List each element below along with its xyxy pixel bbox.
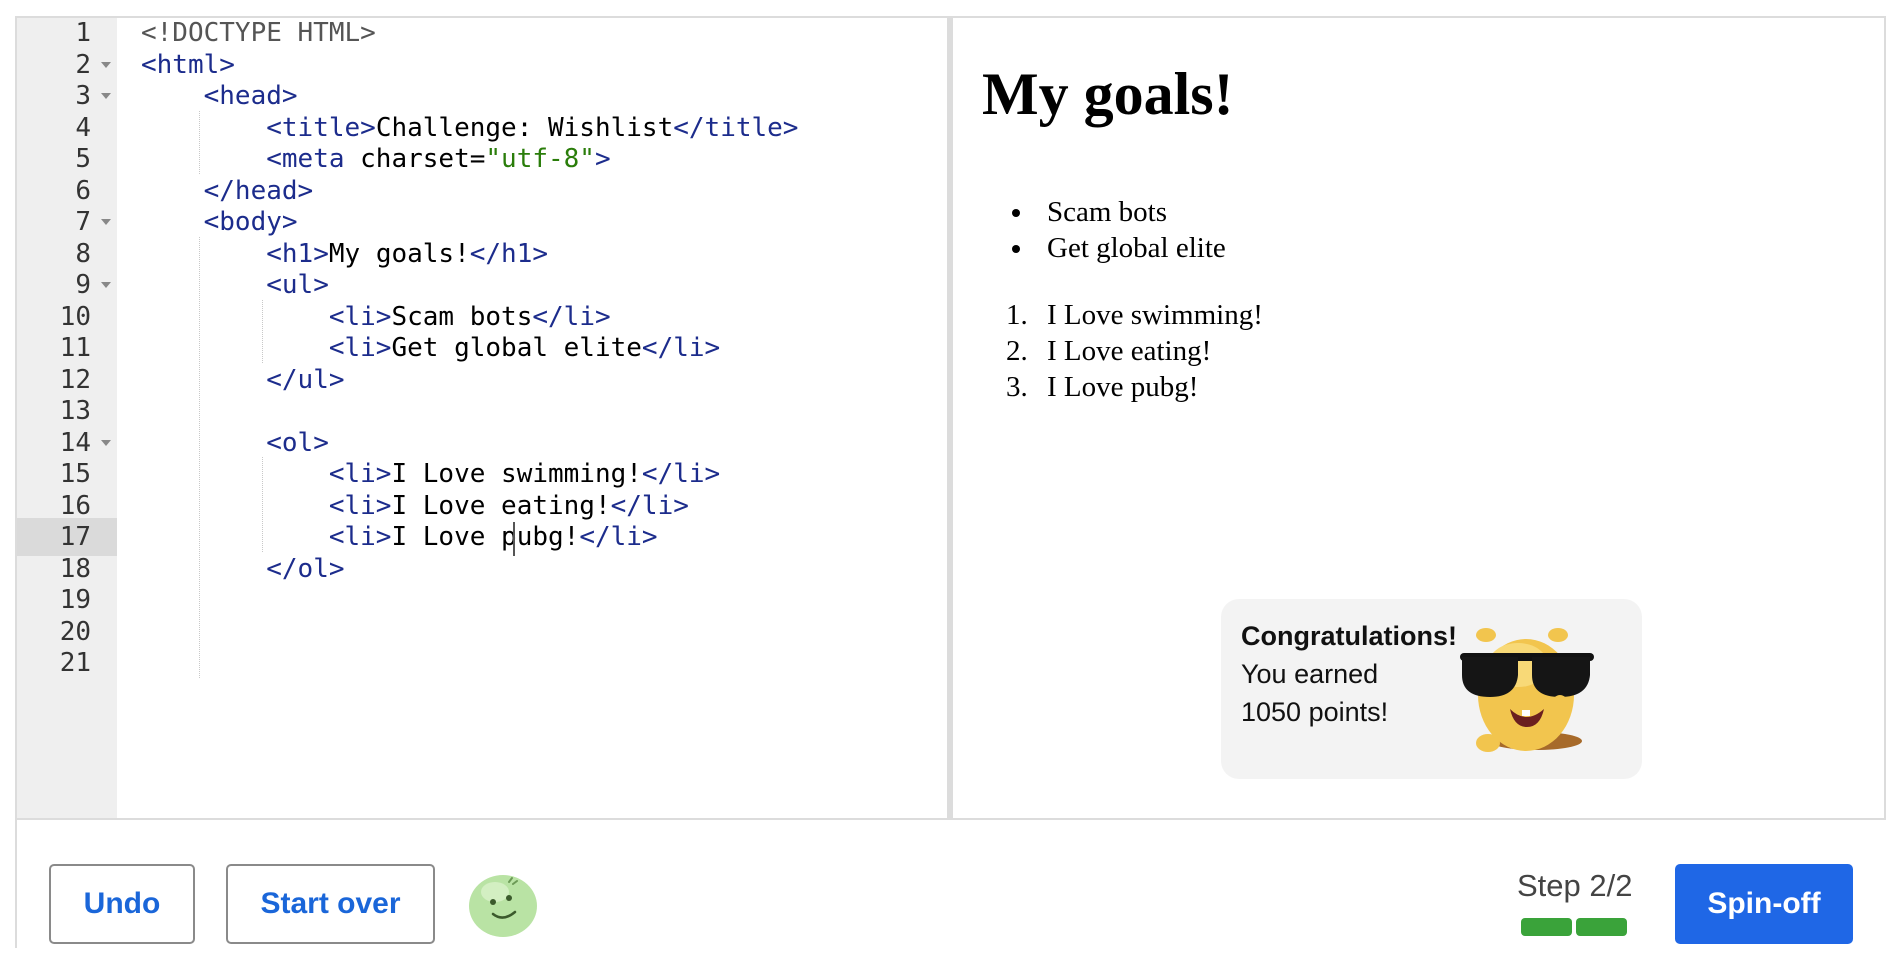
code-token: <meta	[266, 144, 361, 174]
spin-off-button[interactable]: Spin-off	[1675, 864, 1853, 944]
code-token: <ul>	[266, 270, 329, 300]
sunglasses-monster-icon	[1460, 628, 1594, 752]
code-token: <!DOCTYPE HTML>	[141, 18, 376, 48]
step-segment	[1576, 918, 1627, 936]
green-blob-avatar-icon[interactable]	[465, 868, 541, 940]
text-cursor	[513, 522, 516, 556]
code-line[interactable]: </ol>	[141, 550, 345, 588]
start-over-button[interactable]: Start over	[226, 864, 435, 944]
preview-bullet-item: Scam bots	[1035, 194, 1226, 230]
code-token: </li>	[532, 301, 611, 332]
code-token: </ul>	[266, 364, 345, 395]
line-number: 21	[17, 644, 117, 682]
step-segment	[1521, 918, 1572, 936]
code-token: </li>	[610, 490, 689, 521]
code-token: <head>	[203, 81, 298, 111]
code-editor[interactable]: 1 2 3 4 5 6 7 8 9 10 11 12 13 14 15 16 17 18 19 20 21 <!DOCT…	[17, 18, 947, 818]
code-token: Challenge: Wishlist	[375, 112, 674, 143]
congratulations-card: Congratulations! You earned 1050 points!	[1221, 599, 1642, 779]
fold-arrow-icon[interactable]	[101, 93, 111, 99]
preview-numbered-item: I Love eating!	[1035, 333, 1263, 369]
code-token: </head>	[203, 175, 314, 206]
code-token: Scam bots	[391, 301, 533, 332]
code-token: >	[594, 144, 611, 174]
fold-arrow-icon[interactable]	[101, 282, 111, 288]
code-token: <li>	[328, 490, 392, 521]
code-token: <li>	[328, 333, 392, 363]
fold-arrow-icon[interactable]	[101, 219, 111, 225]
code-token: Get global elite	[391, 333, 642, 363]
undo-button[interactable]: Undo	[49, 864, 195, 944]
code-token: <li>	[328, 301, 392, 332]
preview-numbered-item: I Love pubg!	[1035, 369, 1263, 405]
code-token: I Love swimming!	[391, 459, 642, 489]
code-token: I Love pubg!	[391, 522, 580, 552]
code-token: </li>	[579, 522, 658, 552]
congrats-title: Congratulations!	[1241, 621, 1457, 651]
code-token: <title>	[266, 112, 376, 143]
code-token: My goals!	[328, 238, 470, 269]
code-token: </li>	[641, 333, 721, 363]
preview-heading: My goals!	[982, 61, 1234, 127]
code-token: <body>	[203, 207, 298, 237]
line-number-gutter: 1 2 3 4 5 6 7 8 9 10 11 12 13 14 15 16 17 18 19 20 21	[17, 18, 117, 818]
preview-bullet-item: Get global elite	[1035, 230, 1226, 266]
step-indicator: Step 2/2	[1517, 868, 1633, 903]
congrats-line-1: You earned	[1241, 659, 1379, 689]
code-token: <html>	[141, 49, 235, 80]
indent-guide	[261, 457, 263, 552]
code-token: <li>	[328, 522, 392, 552]
bottom-toolbar: Undo Start over Step 2/2 Spin-off	[17, 818, 1886, 948]
congrats-points: 1050 points!	[1241, 697, 1389, 727]
code-token: I Love eating!	[391, 490, 611, 521]
code-line[interactable]: </ul>	[141, 361, 345, 399]
indent-guide	[199, 110, 201, 174]
code-token: </ol>	[266, 553, 345, 584]
preview-numbered-item: I Love swimming!	[1035, 297, 1263, 333]
code-token: <ol>	[266, 427, 329, 458]
challenge-frame: 1 2 3 4 5 6 7 8 9 10 11 12 13 14 15 16 17 18 19 20 21 <!DOCT…	[15, 16, 1886, 948]
preview-ordered-list: I Love swimming!I Love eating!I Love pub…	[1035, 297, 1263, 405]
fold-arrow-icon[interactable]	[101, 439, 111, 446]
code-token: "utf-8"	[485, 144, 595, 174]
preview-unordered-list: Scam botsGet global elite	[1035, 194, 1226, 266]
fold-arrow-icon[interactable]	[101, 61, 111, 68]
code-token: </title>	[673, 112, 799, 143]
code-token: </h1>	[469, 238, 549, 269]
code-token: </li>	[641, 459, 721, 489]
indent-guide	[199, 236, 201, 678]
indent-guide	[261, 299, 263, 363]
code-token: <li>	[328, 459, 392, 489]
line-number-text: 21	[59, 648, 91, 678]
code-token: <h1>	[266, 238, 329, 269]
code-token: charset=	[360, 144, 486, 174]
